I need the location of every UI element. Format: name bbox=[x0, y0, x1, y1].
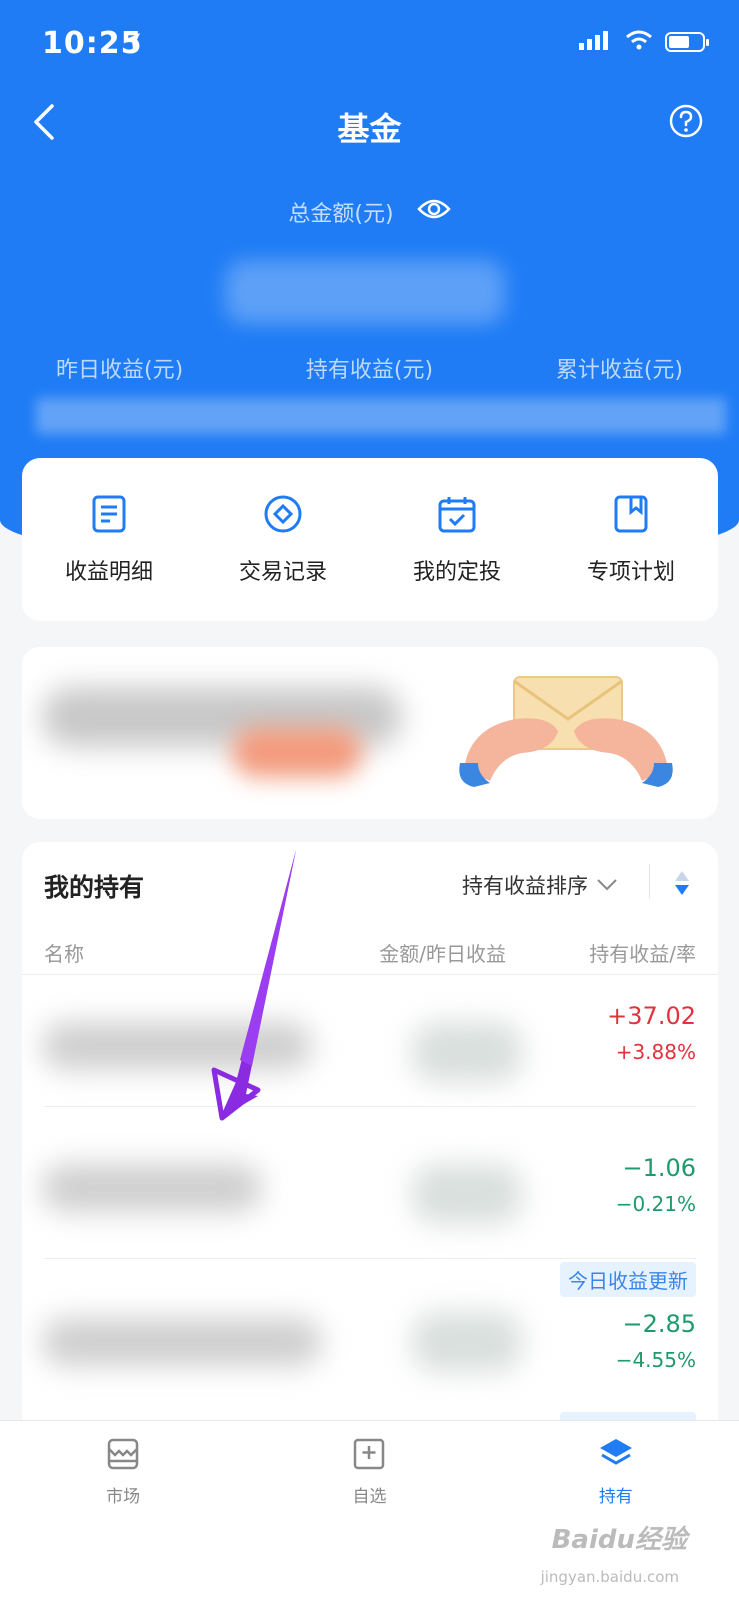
promo-button-blurred bbox=[232, 727, 362, 777]
holding-profit: −1.06 bbox=[622, 1154, 696, 1182]
total-amount-header: 总金额(元) bbox=[0, 196, 739, 228]
total-amount-label: 总金额(元) bbox=[288, 202, 394, 227]
yesterday-earnings-label: 昨日收益(元) bbox=[56, 358, 184, 383]
divider bbox=[649, 864, 650, 898]
help-icon[interactable] bbox=[669, 104, 703, 142]
header-divider bbox=[22, 974, 718, 975]
tab-market[interactable]: 市场 bbox=[0, 1421, 246, 1601]
fund-name-blurred bbox=[42, 1318, 322, 1366]
total-amount-value-blurred bbox=[225, 260, 505, 324]
column-name: 名称 bbox=[44, 942, 84, 966]
quick-action-special-plan[interactable]: 专项计划 bbox=[544, 458, 718, 621]
holding-profit: −2.85 bbox=[622, 1310, 696, 1338]
holding-rate: −4.55% bbox=[615, 1348, 696, 1372]
holding-row[interactable]: +37.02 +3.88% bbox=[22, 982, 718, 1132]
holding-profit: +37.02 bbox=[607, 1002, 696, 1030]
tab-label: 自选 bbox=[352, 1487, 387, 1507]
column-amount: 金额/昨日收益 bbox=[379, 942, 506, 966]
row-divider bbox=[44, 1258, 696, 1259]
tab-label: 持有 bbox=[598, 1487, 633, 1507]
cumulative-earnings-label: 累计收益(元) bbox=[555, 358, 683, 383]
sort-label: 持有收益排序 bbox=[462, 874, 588, 898]
promo-banner[interactable] bbox=[22, 647, 718, 819]
quick-action-label: 我的定投 bbox=[412, 559, 501, 585]
sort-order-icon[interactable] bbox=[674, 870, 690, 900]
fund-name-blurred bbox=[42, 1022, 312, 1070]
add-bookmark-icon bbox=[352, 1437, 386, 1476]
bookmark-icon bbox=[613, 494, 649, 540]
market-icon bbox=[106, 1437, 140, 1476]
diamond-circle-icon bbox=[263, 494, 303, 540]
document-icon bbox=[91, 494, 127, 540]
tab-label: 市场 bbox=[106, 1487, 141, 1507]
today-update-badge: 今日收益更新 bbox=[560, 1262, 696, 1297]
quick-actions-card: 收益明细 交易记录 我的定投 专项计划 bbox=[22, 458, 718, 621]
tab-watchlist[interactable]: 自选 bbox=[246, 1421, 492, 1601]
earnings-labels: 昨日收益(元) 持有收益(元) 累计收益(元) bbox=[0, 352, 739, 384]
holding-row[interactable]: 今日收益更新 −2.85 −4.55% bbox=[22, 1262, 718, 1422]
fund-amount-blurred bbox=[412, 1022, 522, 1082]
fund-amount-blurred bbox=[412, 1164, 522, 1224]
column-profit: 持有收益/率 bbox=[589, 942, 696, 966]
holdings-card: 我的持有 持有收益排序 名称 金额/昨日收益 持有收益/率 +37.02 +3.… bbox=[22, 842, 718, 1462]
earnings-values-blurred bbox=[36, 398, 726, 434]
watermark-url: jingyan.baidu.com bbox=[540, 1568, 679, 1586]
status-bar: 10:25 bbox=[0, 0, 739, 90]
calendar-check-icon bbox=[437, 494, 477, 540]
sort-dropdown[interactable]: 持有收益排序 bbox=[462, 870, 618, 900]
layers-icon bbox=[598, 1437, 634, 1476]
quick-action-label: 交易记录 bbox=[238, 559, 327, 585]
quick-action-trade-record[interactable]: 交易记录 bbox=[196, 458, 370, 621]
page-title: 基金 bbox=[337, 110, 402, 148]
row-divider bbox=[44, 1106, 696, 1107]
nav-bar: 基金 bbox=[0, 96, 739, 156]
holding-rate: −0.21% bbox=[615, 1192, 696, 1216]
quick-action-my-investment-plan[interactable]: 我的定投 bbox=[370, 458, 544, 621]
fund-name-blurred bbox=[42, 1164, 262, 1212]
chevron-down-icon bbox=[596, 873, 618, 897]
fund-amount-blurred bbox=[412, 1312, 522, 1372]
envelope-hands-illustration bbox=[459, 676, 673, 787]
quick-action-income-detail[interactable]: 收益明细 bbox=[22, 458, 196, 621]
signal-icon bbox=[579, 30, 613, 54]
wifi-icon bbox=[625, 30, 653, 54]
holding-earnings-label: 持有收益(元) bbox=[305, 358, 434, 383]
battery-icon bbox=[665, 32, 709, 52]
holdings-title: 我的持有 bbox=[44, 873, 145, 902]
location-arrow-icon bbox=[123, 32, 141, 54]
watermark-brand: Baidu经验 bbox=[551, 1525, 687, 1555]
quick-action-label: 收益明细 bbox=[64, 559, 153, 585]
holding-rate: +3.88% bbox=[615, 1040, 696, 1064]
quick-action-label: 专项计划 bbox=[586, 559, 675, 585]
eye-icon[interactable] bbox=[416, 197, 451, 227]
